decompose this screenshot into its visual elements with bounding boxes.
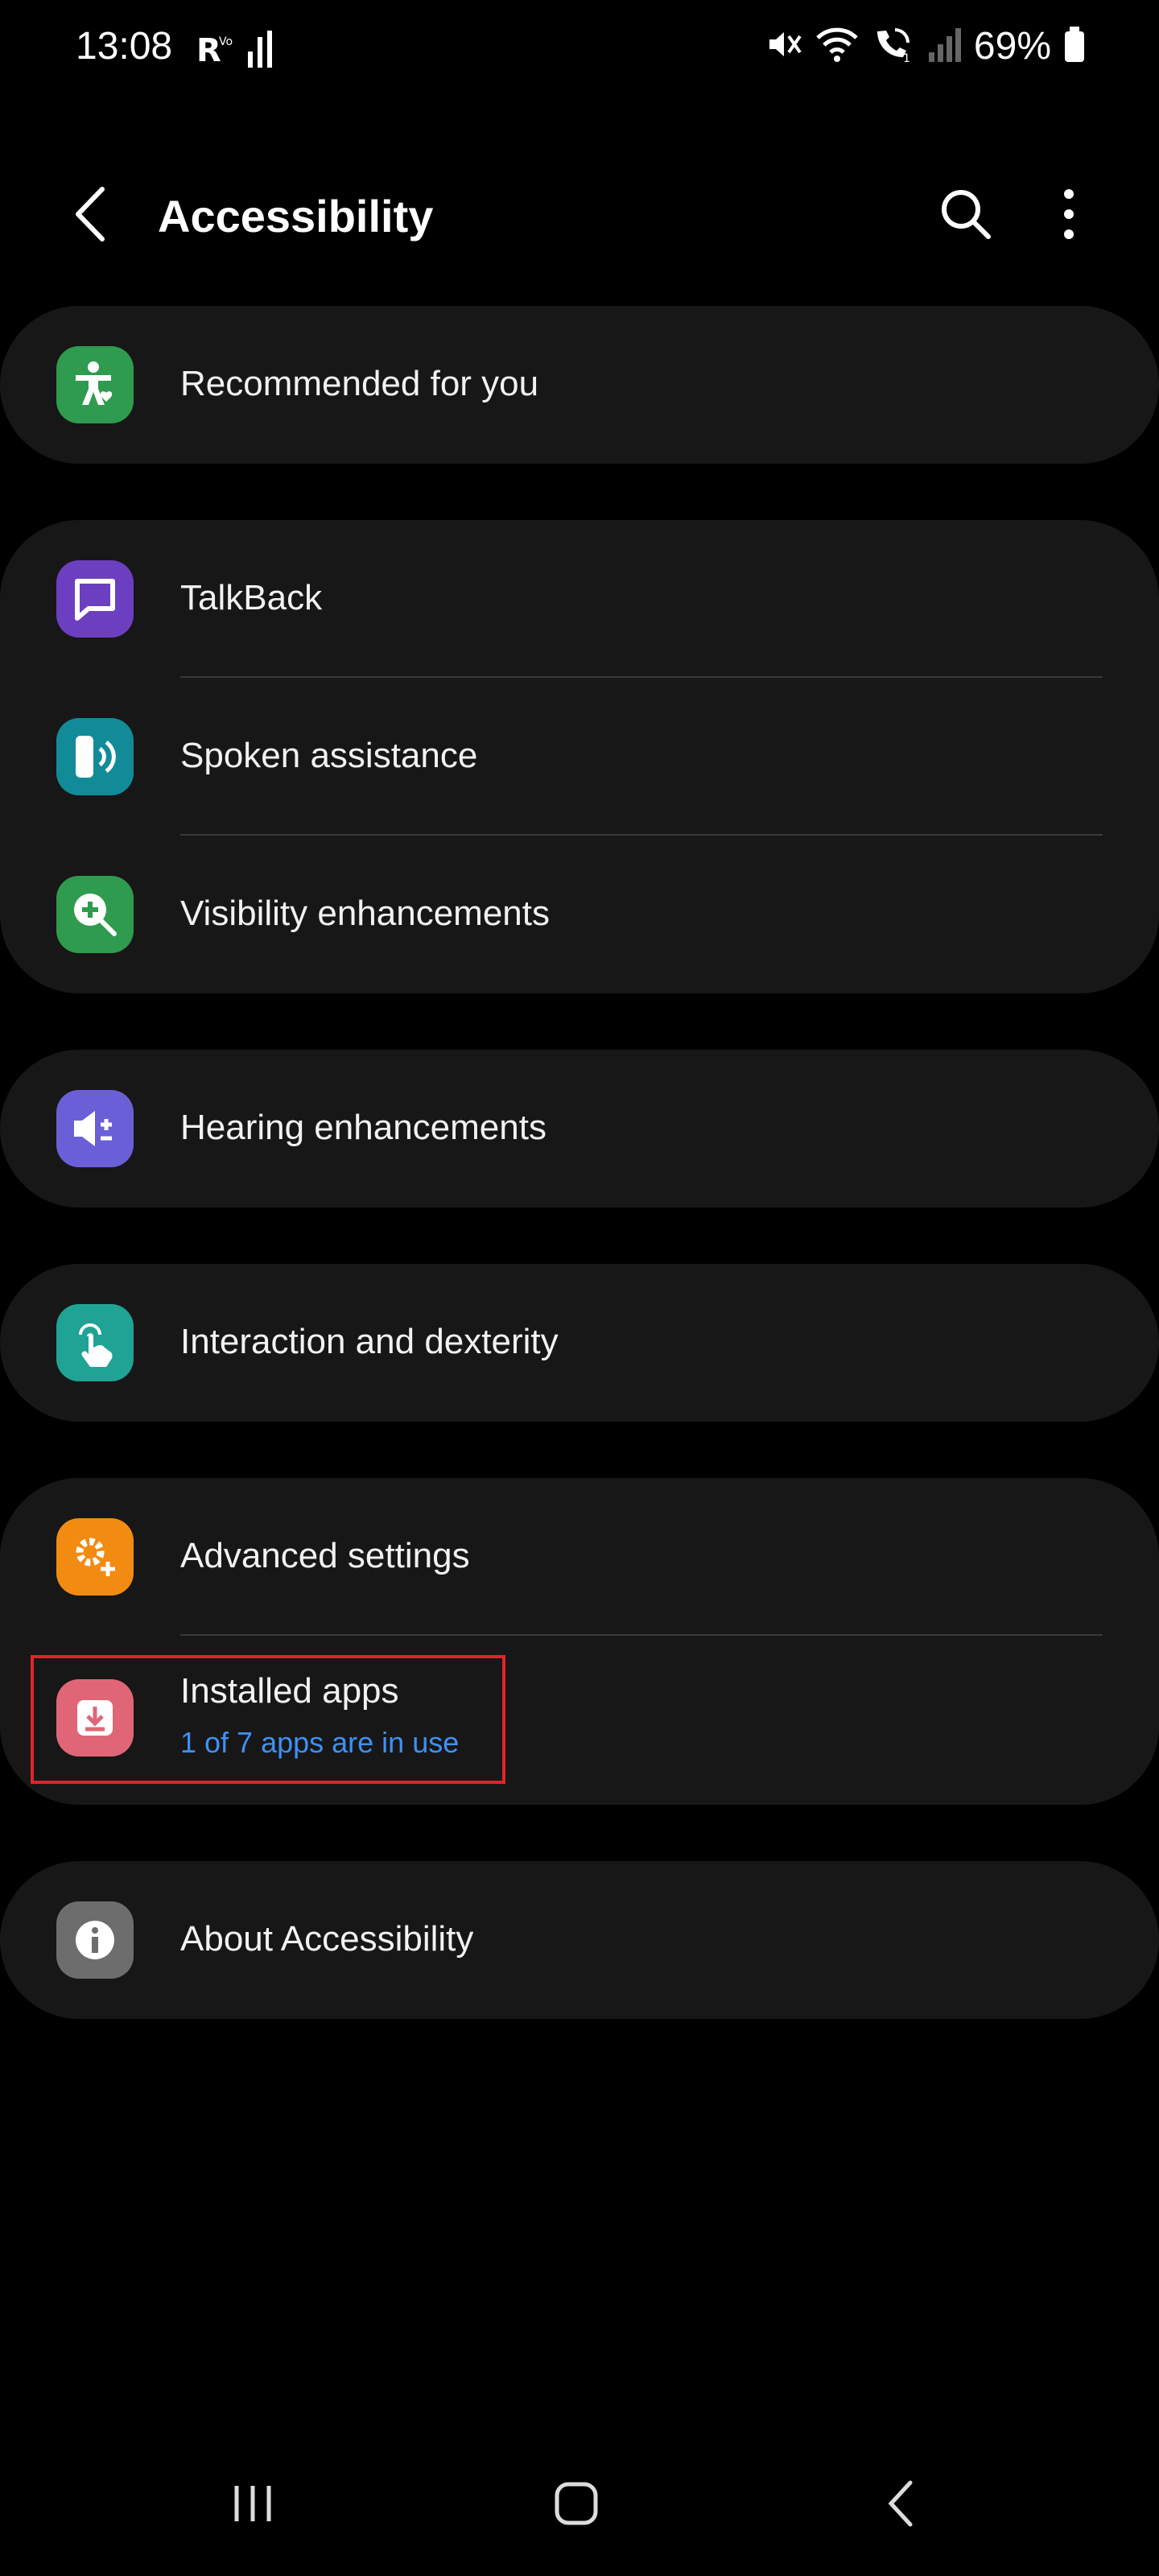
- touch-hand-icon: [56, 1304, 134, 1381]
- list-item-advanced-settings[interactable]: Advanced settings: [0, 1478, 1159, 1636]
- highlight-box: [31, 1655, 505, 1784]
- section-about: About Accessibility: [0, 1861, 1159, 2019]
- list-item-about-accessibility[interactable]: About Accessibility: [0, 1861, 1159, 2019]
- svg-text:Vo: Vo: [219, 35, 233, 48]
- mute-icon: [765, 25, 803, 68]
- spoken-assistance-icon: [56, 718, 134, 795]
- home-button[interactable]: [528, 2463, 625, 2544]
- page-title: Accessibility: [158, 191, 434, 242]
- cell-signal-icon: [927, 25, 963, 68]
- accessibility-person-icon: [56, 346, 134, 423]
- advanced-gear-icon: [56, 1518, 134, 1596]
- back-nav-icon: [888, 2480, 913, 2527]
- item-label: TalkBack: [180, 578, 323, 617]
- item-label: About Accessibility: [180, 1919, 474, 1959]
- battery-percent: 69%: [973, 25, 1051, 68]
- section-vision: TalkBack Spoken assistance Visibility en…: [0, 520, 1159, 993]
- more-options-icon: [1064, 189, 1074, 239]
- list-item-talkback[interactable]: TalkBack: [0, 520, 1159, 678]
- home-icon: [555, 2482, 598, 2525]
- status-bar: 13:08 R Vo 1 69%: [0, 0, 1159, 105]
- wifi-calling-icon: 1: [871, 25, 916, 68]
- list-item-visibility-enhancements[interactable]: Visibility enhancements: [0, 836, 1159, 993]
- app-bar: Accessibility: [0, 161, 1159, 274]
- svg-text:R: R: [196, 32, 221, 68]
- recent-apps-icon: [234, 2486, 271, 2521]
- item-label: Hearing enhancements: [180, 1108, 547, 1147]
- list-item-spoken-assistance[interactable]: Spoken assistance: [0, 678, 1159, 836]
- section-recommended: Recommended for you: [0, 306, 1159, 464]
- back-button[interactable]: [58, 182, 122, 246]
- back-icon: [76, 187, 105, 242]
- item-label: Advanced settings: [180, 1536, 470, 1575]
- more-options-button[interactable]: [1037, 182, 1101, 246]
- visibility-zoom-icon: [56, 876, 134, 953]
- section-interaction: Interaction and dexterity: [0, 1264, 1159, 1422]
- talkback-icon: [56, 560, 134, 638]
- item-label: Recommended for you: [180, 364, 539, 403]
- item-label: Interaction and dexterity: [180, 1322, 559, 1361]
- back-nav-button[interactable]: [853, 2463, 950, 2544]
- list-item-interaction-dexterity[interactable]: Interaction and dexterity: [0, 1264, 1159, 1422]
- info-icon: [56, 1901, 134, 1979]
- wifi-icon: [815, 25, 860, 68]
- navigation-bar: [0, 2431, 1159, 2576]
- r-signal-icon: R Vo: [196, 31, 233, 72]
- recent-apps-button[interactable]: [204, 2463, 301, 2544]
- hearing-icon: [56, 1090, 134, 1167]
- search-button[interactable]: [934, 182, 998, 246]
- item-label: Spoken assistance: [180, 736, 478, 775]
- battery-icon: [1062, 25, 1087, 68]
- section-hearing: Hearing enhancements: [0, 1050, 1159, 1208]
- item-label: Visibility enhancements: [180, 894, 550, 933]
- status-time: 13:08: [76, 25, 173, 68]
- list-item-recommended[interactable]: Recommended for you: [0, 306, 1159, 464]
- list-item-hearing-enhancements[interactable]: Hearing enhancements: [0, 1050, 1159, 1208]
- svg-text:1: 1: [903, 52, 910, 64]
- search-icon: [942, 190, 991, 239]
- data-activity-icon: [245, 29, 277, 73]
